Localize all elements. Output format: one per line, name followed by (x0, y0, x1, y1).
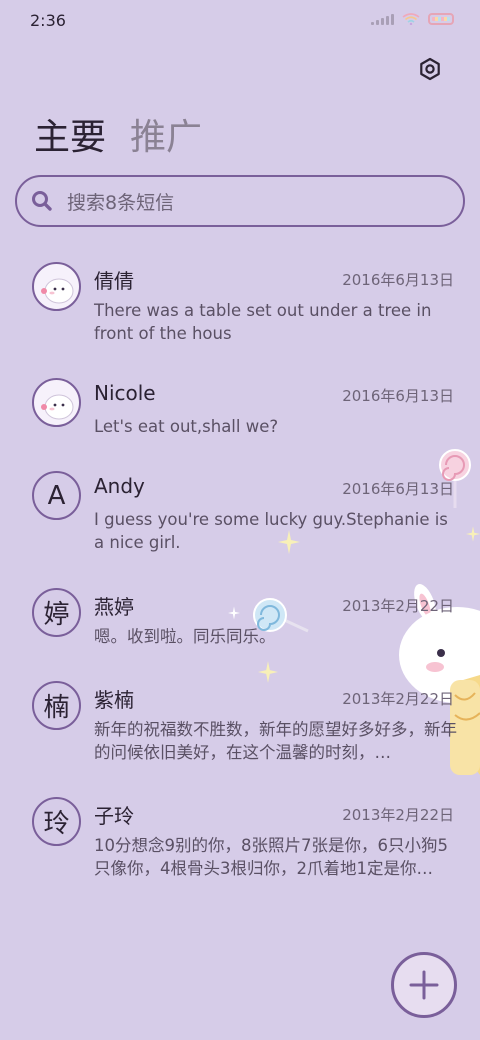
cartoon-avatar-icon (40, 394, 73, 419)
avatar: 婷 (32, 588, 81, 637)
contact-name: 倩倩 (94, 269, 134, 293)
battery-icon (428, 13, 454, 25)
sparkle-icon (258, 661, 278, 683)
avatar: 楠 (32, 681, 81, 730)
tab-promotions[interactable]: 推广 (130, 108, 202, 160)
message-date: 2013年2月22日 (342, 597, 454, 615)
tab-primary[interactable]: 主要 (34, 108, 106, 160)
contact-name: 燕婷 (94, 595, 134, 619)
wifi-icon (402, 13, 420, 25)
message-date: 2013年2月22日 (342, 806, 454, 824)
search-icon (32, 191, 52, 211)
search-placeholder: 搜索8条短信 (67, 191, 175, 214)
cartoon-avatar-icon (40, 278, 73, 303)
search-bar[interactable]: 搜索8条短信 (15, 175, 465, 227)
contact-name: 子玲 (94, 804, 134, 828)
avatar: 玲 (32, 797, 81, 846)
avatar (32, 262, 81, 311)
message-snippet: I guess you're some lucky guy.Stephanie … (94, 510, 448, 552)
status-icons (371, 13, 454, 25)
settings-button[interactable] (416, 55, 444, 83)
contact-name: Andy (94, 474, 145, 498)
status-bar: 2:36 (0, 0, 480, 40)
message-snippet: Let's eat out,shall we? (94, 417, 279, 436)
message-date: 2013年2月22日 (342, 690, 454, 708)
avatar: A (32, 471, 81, 520)
contact-name: Nicole (94, 381, 156, 405)
status-time: 2:36 (30, 11, 66, 30)
message-snippet: 嗯。收到啦。同乐同乐。 (94, 627, 276, 646)
sparkle-icon (228, 606, 240, 620)
plus-icon (409, 970, 439, 1000)
contact-name: 紫楠 (94, 688, 134, 712)
signal-icon (371, 13, 394, 25)
avatar (32, 378, 81, 427)
message-date: 2016年6月13日 (342, 271, 454, 289)
sparkle-icon (466, 526, 480, 542)
message-snippet: 新年的祝福数不胜数，新年的愿望好多好多，新年的问候依旧美好，在这个温馨的时刻，… (94, 720, 457, 762)
new-message-button[interactable] (391, 952, 457, 1018)
message-snippet: 10分想念9别的你，8张照片7张是你，6只小狗5只像你，4根骨头3根归你，2爪着… (94, 836, 448, 878)
gear-icon (420, 57, 440, 81)
message-date: 2016年6月13日 (342, 480, 454, 498)
message-snippet: There was a table set out under a tree i… (94, 301, 432, 343)
tab-bar: 主要 推广 (34, 108, 202, 160)
message-date: 2016年6月13日 (342, 387, 454, 405)
